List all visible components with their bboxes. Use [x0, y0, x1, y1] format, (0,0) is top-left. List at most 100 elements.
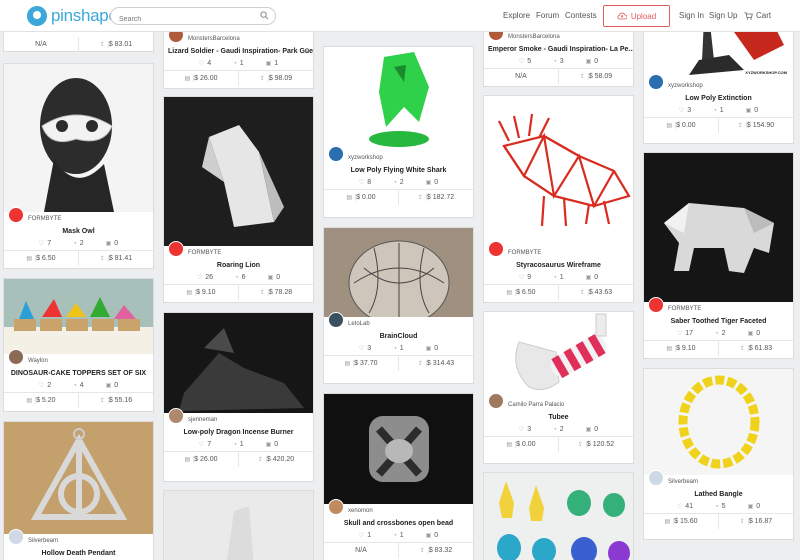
design-card-tubee[interactable]: Camilo Parra Palacio Tubee ♡ 3 ◔ 2 ▣ 0 ▤ $ 0… [483, 311, 634, 464]
owner-row[interactable]: Waylon [4, 349, 153, 368]
design-title[interactable]: Mask Owl [4, 226, 153, 238]
avatar[interactable] [8, 349, 24, 365]
design-title[interactable]: Lathed Bangle [644, 489, 793, 501]
owner-name[interactable]: xyzworkshop [668, 83, 703, 89]
like-count[interactable]: ♡ 3 [359, 343, 371, 355]
owner-name[interactable]: FORMBYTE [188, 250, 221, 256]
design-title[interactable]: Hollow Death Pendant [4, 548, 153, 560]
owner-name[interactable]: LetoLab [348, 321, 370, 327]
design-title[interactable]: DINOSAUR-CAKE TOPPERS SET OF SIX [4, 368, 153, 380]
design-thumbnail[interactable] [4, 64, 153, 212]
avatar[interactable] [168, 241, 184, 257]
like-count[interactable]: ♡ 17 [677, 328, 693, 340]
design-title[interactable]: Low Poly Extinction [644, 93, 793, 105]
design-title[interactable]: Low-poly Dragon Incense Burner [164, 427, 313, 439]
design-thumbnail[interactable] [484, 312, 633, 398]
like-count[interactable]: ♡ 5 [519, 56, 531, 68]
design-card[interactable] [163, 490, 314, 560]
avatar[interactable] [8, 207, 24, 223]
design-card-bangle[interactable]: Silverbeam Lathed Bangle ♡ 41 ◔ 5 ▣ 0 ▤ $ 15… [643, 368, 794, 540]
owner-row[interactable]: LetoLab [324, 312, 473, 331]
avatar[interactable] [168, 408, 184, 424]
design-thumbnail[interactable] [484, 473, 633, 560]
nav-explore[interactable]: Explore [503, 11, 530, 20]
search-icon[interactable] [260, 11, 269, 20]
owner-row[interactable]: Camilo Parra Palacio [484, 393, 633, 412]
design-card-styracosaurus[interactable]: FORMBYTE Styracosaurus Wireframe ♡ 9 ◔ 1 ▣… [483, 95, 634, 303]
owner-name[interactable]: MonstersBarcelona [188, 36, 240, 42]
design-thumbnail[interactable] [644, 153, 793, 302]
like-count[interactable]: ♡ 41 [677, 501, 693, 513]
owner-row[interactable]: Silverbeam [644, 470, 793, 489]
like-count[interactable]: ♡ 1 [359, 530, 371, 542]
design-card-dragon[interactable]: sjenneman Low-poly Dragon Incense Burner… [163, 312, 314, 482]
owner-row[interactable]: FORMBYTE [4, 207, 153, 226]
owner-row[interactable]: xenomon [324, 499, 473, 518]
cart-link[interactable]: Cart [744, 11, 771, 20]
owner-row[interactable]: Silverbeam [4, 529, 153, 548]
pinshape-logo[interactable]: pinshape [27, 5, 118, 27]
like-count[interactable]: ♡ 3 [679, 105, 691, 117]
owner-row[interactable]: xyzworkshop [324, 146, 473, 165]
owner-row[interactable]: sjenneman [164, 408, 313, 427]
avatar[interactable] [488, 393, 504, 409]
owner-name[interactable]: Silverbeam [28, 538, 58, 544]
avatar[interactable] [488, 241, 504, 257]
design-thumbnail[interactable] [324, 394, 473, 504]
design-card[interactable] [483, 472, 634, 560]
like-count[interactable]: ♡ 9 [519, 272, 531, 284]
nav-contests[interactable]: Contests [565, 11, 597, 20]
design-card-skull[interactable]: xenomon Skull and crossbones open bead ♡… [323, 393, 474, 560]
design-thumbnail[interactable] [324, 228, 473, 317]
search-input[interactable] [111, 11, 251, 28]
design-title[interactable]: Styracosaurus Wireframe [484, 260, 633, 272]
owner-name[interactable]: sjenneman [188, 417, 217, 423]
owner-name[interactable]: Silverbeam [668, 479, 698, 485]
owner-row[interactable]: MonstersBarcelona [164, 27, 313, 46]
design-thumbnail[interactable] [644, 369, 793, 475]
design-card-brain[interactable]: LetoLab BrainCloud ♡ 3 ◔ 1 ▣ 0 ▤ $ 37.70 ⇪ $ … [323, 227, 474, 384]
owner-row[interactable]: FORMBYTE [164, 241, 313, 260]
avatar[interactable] [648, 74, 664, 90]
like-count[interactable]: ♡ 7 [199, 439, 211, 451]
design-card-dino-toppers[interactable]: Waylon DINOSAUR-CAKE TOPPERS SET OF SIX … [3, 278, 154, 412]
design-card-shark[interactable]: xyzworkshop Low Poly Flying White Shark … [323, 46, 474, 218]
upload-button[interactable]: Upload [603, 5, 670, 27]
design-title[interactable]: Saber Toothed Tiger Faceted [644, 316, 793, 328]
design-card-lion[interactable]: FORMBYTE Roaring Lion ♡ 26 ◔ 6 ▣ 0 ▤ $ 9.10 … [163, 96, 314, 303]
avatar[interactable] [648, 470, 664, 486]
design-thumbnail[interactable] [4, 279, 153, 354]
like-count[interactable]: ♡ 3 [519, 424, 531, 436]
owner-name[interactable]: xyzworkshop [348, 155, 383, 161]
design-card-tiger[interactable]: FORMBYTE Saber Toothed Tiger Faceted ♡ 17… [643, 152, 794, 359]
design-thumbnail[interactable] [164, 97, 313, 246]
owner-name[interactable]: FORMBYTE [508, 250, 541, 256]
avatar[interactable] [328, 499, 344, 515]
nav-forum[interactable]: Forum [536, 11, 559, 20]
design-card-hollow-death[interactable]: Silverbeam Hollow Death Pendant [3, 421, 154, 560]
like-count[interactable]: ♡ 4 [199, 58, 211, 70]
owner-name[interactable]: FORMBYTE [28, 216, 61, 222]
design-title[interactable]: Low Poly Flying White Shark [324, 165, 473, 177]
owner-row[interactable]: FORMBYTE [484, 241, 633, 260]
design-thumbnail[interactable] [4, 422, 153, 534]
design-title[interactable]: Roaring Lion [164, 260, 313, 272]
design-thumbnail[interactable] [164, 313, 313, 413]
like-count[interactable]: ♡ 8 [359, 177, 371, 189]
design-title[interactable]: Tubee [484, 412, 633, 424]
owner-row[interactable]: xyzworkshop [644, 74, 793, 93]
design-thumbnail[interactable] [484, 96, 633, 246]
like-count[interactable]: ♡ 7 [39, 238, 51, 250]
design-title[interactable]: BrainCloud [324, 331, 473, 343]
avatar[interactable] [648, 297, 664, 313]
owner-row[interactable]: FORMBYTE [644, 297, 793, 316]
owner-row[interactable]: MonstersBarcelona [484, 25, 633, 44]
avatar[interactable] [8, 529, 24, 545]
like-count[interactable]: ♡ 26 [197, 272, 213, 284]
avatar[interactable] [328, 312, 344, 328]
design-title[interactable]: Skull and crossbones open bead [324, 518, 473, 530]
design-card-lizard[interactable]: MonstersBarcelona Lizard Soldier - Gaudi… [163, 23, 314, 89]
design-title[interactable]: Lizard Soldier - Gaudi Inspiration- Park… [164, 46, 313, 58]
design-thumbnail[interactable] [324, 47, 473, 151]
sign-up-link[interactable]: Sign Up [709, 11, 737, 20]
